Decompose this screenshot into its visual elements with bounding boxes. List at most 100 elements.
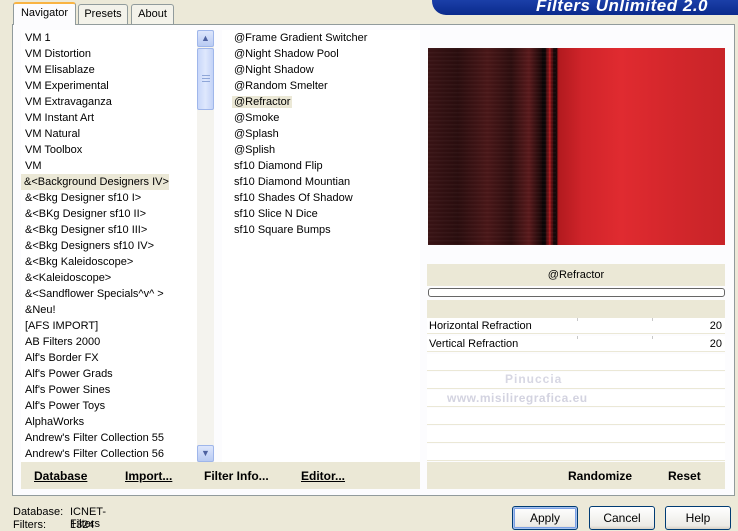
filter-item-label: @Night Shadow Pool — [234, 48, 339, 60]
scroll-thumb[interactable] — [197, 48, 214, 110]
category-scrollbar[interactable]: ▲ ▼ — [197, 30, 214, 462]
filter-item[interactable]: @Frame Gradient Switcher — [222, 30, 420, 46]
category-item[interactable]: &<Bkg Designer sf10 III> — [21, 222, 197, 238]
editor-button[interactable]: Editor... — [301, 469, 345, 483]
param-empty-row — [427, 354, 725, 371]
param-vertical-refraction[interactable]: Vertical Refraction 20 — [427, 336, 725, 352]
scroll-down-button[interactable]: ▼ — [197, 445, 214, 462]
category-item[interactable]: VM 1 — [21, 30, 197, 46]
status-database-label: Database: — [13, 506, 64, 518]
filter-item-label: @Splash — [234, 128, 279, 140]
filter-item-label: @Random Smelter — [234, 80, 328, 92]
randomize-button[interactable]: Randomize — [568, 469, 632, 483]
slider-tick — [652, 336, 653, 339]
filter-item[interactable]: sf10 Shades Of Shadow — [222, 190, 420, 206]
category-item[interactable]: Andrew's Filter Collection 55 — [21, 430, 197, 446]
filter-item-label: @Night Shadow — [234, 64, 314, 76]
tab-about[interactable]: About — [131, 4, 174, 24]
category-item[interactable]: &Neu! — [21, 302, 197, 318]
param-empty-row — [427, 444, 725, 461]
slider-tick — [577, 336, 578, 339]
filter-item[interactable]: @Refractor — [222, 94, 420, 110]
cancel-button[interactable]: Cancel — [589, 506, 655, 530]
category-item[interactable]: Alf's Border FX — [21, 350, 197, 366]
filter-item-label: @Refractor — [232, 96, 293, 108]
status-filters-label: Filters: — [13, 519, 46, 531]
param-empty-row — [427, 372, 725, 389]
filter-item[interactable]: @Night Shadow — [222, 62, 420, 78]
category-item[interactable]: VM Experimental — [21, 78, 197, 94]
watermark-url: www.misiliregrafica.eu — [447, 391, 588, 405]
filter-list[interactable]: @Frame Gradient Switcher @Night Shadow Po… — [222, 30, 420, 462]
help-button[interactable]: Help — [665, 506, 731, 530]
filter-item-label: @Smoke — [234, 112, 280, 124]
preview-button-bar: Randomize Reset — [427, 462, 725, 489]
apply-button[interactable]: Apply — [512, 506, 578, 530]
category-item[interactable]: AlphaWorks — [21, 414, 197, 430]
category-item[interactable]: VM — [21, 158, 197, 174]
param-empty-row — [427, 426, 725, 443]
status-database: Database: ICNET-Filters — [13, 506, 106, 530]
filter-item[interactable]: @Splash — [222, 126, 420, 142]
preview-image — [428, 48, 725, 245]
category-list[interactable]: VM 1 VM Distortion VM Elisablaze VM Experim… — [21, 30, 197, 462]
tab-presets[interactable]: Presets — [78, 4, 128, 24]
app-banner: Filters Unlimited 2.0 — [432, 0, 738, 15]
filter-item-label: @Splish — [234, 144, 276, 156]
filter-item-label: sf10 Shades Of Shadow — [234, 192, 353, 204]
scroll-up-button[interactable]: ▲ — [197, 30, 214, 47]
category-item[interactable]: Alf's Power Grads — [21, 366, 197, 382]
filter-item-label: sf10 Square Bumps — [234, 224, 331, 236]
category-item[interactable]: &<Kaleidoscope> — [21, 270, 197, 286]
filter-item-label: @Frame Gradient Switcher — [234, 32, 368, 44]
filter-name-bar: @Refractor — [427, 264, 725, 286]
param-value: 20 — [709, 338, 722, 350]
filter-item-label: sf10 Slice N Dice — [234, 208, 318, 220]
category-item[interactable]: &<Bkg Kaleidoscope> — [21, 254, 197, 270]
grip-line — [202, 78, 210, 79]
category-item[interactable]: &<Bkg Designer sf10 I> — [21, 190, 197, 206]
category-item[interactable]: VM Extravaganza — [21, 94, 197, 110]
filter-info-button[interactable]: Filter Info... — [204, 469, 269, 483]
category-item[interactable]: [AFS IMPORT] — [21, 318, 197, 334]
status-filters-value: 1324 — [70, 519, 95, 531]
category-item[interactable]: &<Bkg Designers sf10 IV> — [21, 238, 197, 254]
category-item[interactable]: &<BKg Designer sf10 II> — [21, 206, 197, 222]
category-item[interactable]: VM Natural — [21, 126, 197, 142]
param-label: Horizontal Refraction — [429, 320, 532, 332]
category-item[interactable]: &<Background Designers IV> — [21, 174, 169, 190]
slider-tick — [652, 318, 653, 321]
category-item[interactable]: Alf's Power Toys — [21, 398, 197, 414]
filter-item[interactable]: @Splish — [222, 142, 420, 158]
param-empty-row — [427, 408, 725, 425]
category-item[interactable]: &<Sandflower Specials^v^ > — [21, 286, 197, 302]
category-item[interactable]: VM Distortion — [21, 46, 197, 62]
param-horizontal-refraction[interactable]: Horizontal Refraction 20 — [427, 318, 725, 334]
navigator-button-bar: Database Import... Filter Info... Editor… — [21, 462, 420, 489]
database-button[interactable]: Database — [34, 469, 87, 483]
filter-item[interactable]: @Smoke — [222, 110, 420, 126]
filter-item[interactable]: @Night Shadow Pool — [222, 46, 420, 62]
category-item[interactable]: AB Filters 2000 — [21, 334, 197, 350]
chevron-down-icon: ▼ — [201, 448, 210, 458]
filter-item[interactable]: sf10 Slice N Dice — [222, 206, 420, 222]
filter-item-label: sf10 Diamond Flip — [234, 160, 323, 172]
reset-button[interactable]: Reset — [668, 469, 701, 483]
progress-bar — [428, 288, 725, 297]
category-item[interactable]: Alf's Power Sines — [21, 382, 197, 398]
param-label: Vertical Refraction — [429, 338, 519, 350]
filter-item[interactable]: sf10 Diamond Flip — [222, 158, 420, 174]
category-item[interactable]: VM Elisablaze — [21, 62, 197, 78]
category-item[interactable]: Andrew's Filter Collection 56 — [21, 446, 197, 462]
grip-line — [202, 75, 210, 76]
category-item[interactable]: VM Toolbox — [21, 142, 197, 158]
filter-item[interactable]: @Random Smelter — [222, 78, 420, 94]
import-button[interactable]: Import... — [125, 469, 172, 483]
filter-item-label: sf10 Diamond Mountian — [234, 176, 351, 188]
filter-item[interactable]: sf10 Square Bumps — [222, 222, 420, 238]
category-item[interactable]: VM Instant Art — [21, 110, 197, 126]
tab-navigator[interactable]: Navigator — [13, 2, 76, 25]
separator-bar — [427, 300, 725, 318]
param-value: 20 — [709, 320, 722, 332]
filter-item[interactable]: sf10 Diamond Mountian — [222, 174, 420, 190]
